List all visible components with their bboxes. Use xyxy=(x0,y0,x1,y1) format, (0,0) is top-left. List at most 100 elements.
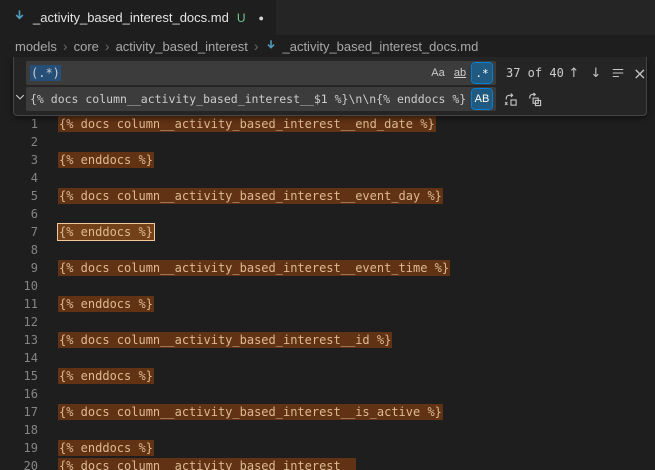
editor-line[interactable]: 15{% enddocs %} xyxy=(0,367,655,385)
replace-all-button[interactable] xyxy=(524,89,544,109)
line-text: {% enddocs %} xyxy=(38,439,154,457)
line-text xyxy=(38,169,58,187)
line-number: 19 xyxy=(0,439,38,457)
editor-line[interactable]: 13 {% docs column__activity_based_interes… xyxy=(0,331,655,349)
line-text xyxy=(38,241,58,259)
line-text xyxy=(38,133,58,151)
editor-line[interactable]: 8 xyxy=(0,241,655,259)
editor-line[interactable]: 7 {% enddocs %} xyxy=(0,223,655,241)
line-text: {% enddocs %} xyxy=(38,151,154,169)
line-text: {% enddocs %} xyxy=(38,367,154,385)
editor-line[interactable]: 2 xyxy=(0,133,655,151)
find-match: {% docs column__activity_based_interest_… xyxy=(58,260,450,276)
replace-row: {% docs column__activity_based_interest_… xyxy=(26,87,650,111)
vscode-window: _activity_based_interest_docs.md U ● mod… xyxy=(0,0,655,470)
replace-all-icon xyxy=(527,92,542,107)
line-number: 20 xyxy=(0,457,38,470)
selection-lines-icon xyxy=(611,66,625,80)
markdown-file-icon xyxy=(264,38,278,55)
find-match: {% docs column__activity_based_interest_… xyxy=(58,188,443,204)
breadcrumb-item-activity-based-interest[interactable]: activity_based_interest xyxy=(116,39,248,54)
replace-value-text: {% docs column__activity_based_interest_… xyxy=(30,92,466,106)
line-text: {% docs column__activity_based_interest_… xyxy=(38,187,443,205)
line-number: 10 xyxy=(0,277,38,295)
line-text: {% docs column__activity_based_interest_… xyxy=(38,457,356,470)
line-text xyxy=(38,385,58,403)
close-button[interactable]: × xyxy=(630,63,650,83)
editor-line[interactable]: 18 xyxy=(0,421,655,439)
line-text: {% docs column__activity_based_interest_… xyxy=(38,331,392,349)
match-case-button[interactable]: Aa xyxy=(428,63,448,83)
preserve-case-button[interactable]: AB xyxy=(472,89,492,109)
whole-word-button[interactable]: ab xyxy=(450,63,470,83)
editor-line[interactable]: 14 xyxy=(0,349,655,367)
breadcrumb-item-core[interactable]: core xyxy=(74,39,99,54)
breadcrumb-item-file[interactable]: _activity_based_interest_docs.md xyxy=(264,38,478,55)
line-text: {% enddocs %} xyxy=(38,223,154,241)
editor-line[interactable]: 12 xyxy=(0,313,655,331)
line-number: 3 xyxy=(0,151,38,169)
line-number: 6 xyxy=(0,205,38,223)
line-number: 2 xyxy=(0,133,38,151)
editor-line[interactable]: 19 {% enddocs %} xyxy=(0,439,655,457)
unsaved-changes-dot[interactable]: ● xyxy=(259,13,264,23)
editor-tab[interactable]: _activity_based_interest_docs.md U ● xyxy=(0,0,276,35)
find-match: {% docs column__activity_based_interest_… xyxy=(58,404,443,420)
find-row: (.*) Aa ab .* 37 of 40 ↑ ↓ xyxy=(26,61,650,85)
breadcrumb-item-models[interactable]: models xyxy=(15,39,57,54)
line-number: 1 xyxy=(0,115,38,133)
editor-line[interactable]: 9{% docs column__activity_based_interest… xyxy=(0,259,655,277)
markdown-file-icon xyxy=(12,8,27,28)
editor-line[interactable]: 3{% enddocs %} xyxy=(0,151,655,169)
line-number: 11 xyxy=(0,295,38,313)
next-match-button[interactable]: ↓ xyxy=(586,63,606,83)
find-results-count: 37 of 40 xyxy=(506,66,564,80)
editor-line[interactable]: 16 xyxy=(0,385,655,403)
line-text: {% docs column__activity_based_interest_… xyxy=(38,115,436,133)
find-in-selection-button[interactable] xyxy=(608,63,628,83)
tab-bar: _activity_based_interest_docs.md U ● xyxy=(0,0,655,35)
line-text: {% docs column__activity_based_interest_… xyxy=(38,259,450,277)
find-match: {% enddocs %} xyxy=(58,368,154,384)
toggle-replace-button[interactable] xyxy=(14,57,26,115)
chevron-down-icon xyxy=(14,91,26,106)
replace-button[interactable] xyxy=(500,89,520,109)
editor[interactable]: (.*) Aa ab .* 37 of 40 ↑ ↓ xyxy=(0,57,655,470)
tab-filename: _activity_based_interest_docs.md xyxy=(33,10,229,25)
arrow-down-icon: ↓ xyxy=(590,66,601,81)
line-number: 8 xyxy=(0,241,38,259)
editor-line[interactable]: 10 xyxy=(0,277,655,295)
editor-line[interactable]: 4 xyxy=(0,169,655,187)
find-match: {% enddocs %} xyxy=(58,440,154,456)
editor-line[interactable]: 5 {% docs column__activity_based_interest… xyxy=(0,187,655,205)
line-number: 4 xyxy=(0,169,38,187)
arrow-up-icon: ↑ xyxy=(568,66,579,81)
line-text xyxy=(38,349,58,367)
find-input[interactable]: (.*) Aa ab .* xyxy=(26,61,496,85)
line-number: 5 xyxy=(0,187,38,205)
close-icon: × xyxy=(633,64,646,83)
line-text: {% docs column__activity_based_interest_… xyxy=(38,403,443,421)
regex-button[interactable]: .* xyxy=(472,63,492,83)
line-number: 7 xyxy=(0,223,38,241)
git-status-badge: U xyxy=(237,11,246,25)
editor-line[interactable]: 6 xyxy=(0,205,655,223)
line-number: 13 xyxy=(0,331,38,349)
editor-line[interactable]: 11{% enddocs %} xyxy=(0,295,655,313)
line-text xyxy=(38,421,58,439)
find-match: {% docs column__activity_based_interest_… xyxy=(58,332,392,348)
chevron-right-icon: › xyxy=(105,38,110,54)
previous-match-button[interactable]: ↑ xyxy=(564,63,584,83)
find-match: {% docs column__activity_based_interest_… xyxy=(58,458,356,470)
current-find-match: {% enddocs %} xyxy=(58,224,154,240)
line-number: 17 xyxy=(0,403,38,421)
line-text xyxy=(38,277,58,295)
editor-line[interactable]: 1 {% docs column__activity_based_interest… xyxy=(0,115,655,133)
line-number: 12 xyxy=(0,313,38,331)
find-match: {% docs column__activity_based_interest_… xyxy=(58,116,436,132)
editor-line[interactable]: 20 {% docs column__activity_based_interes… xyxy=(0,457,655,470)
find-replace-widget: (.*) Aa ab .* 37 of 40 ↑ ↓ xyxy=(13,57,647,116)
chevron-right-icon: › xyxy=(63,38,68,54)
replace-input[interactable]: {% docs column__activity_based_interest_… xyxy=(26,87,496,111)
editor-line[interactable]: 17 {% docs column__activity_based_interes… xyxy=(0,403,655,421)
